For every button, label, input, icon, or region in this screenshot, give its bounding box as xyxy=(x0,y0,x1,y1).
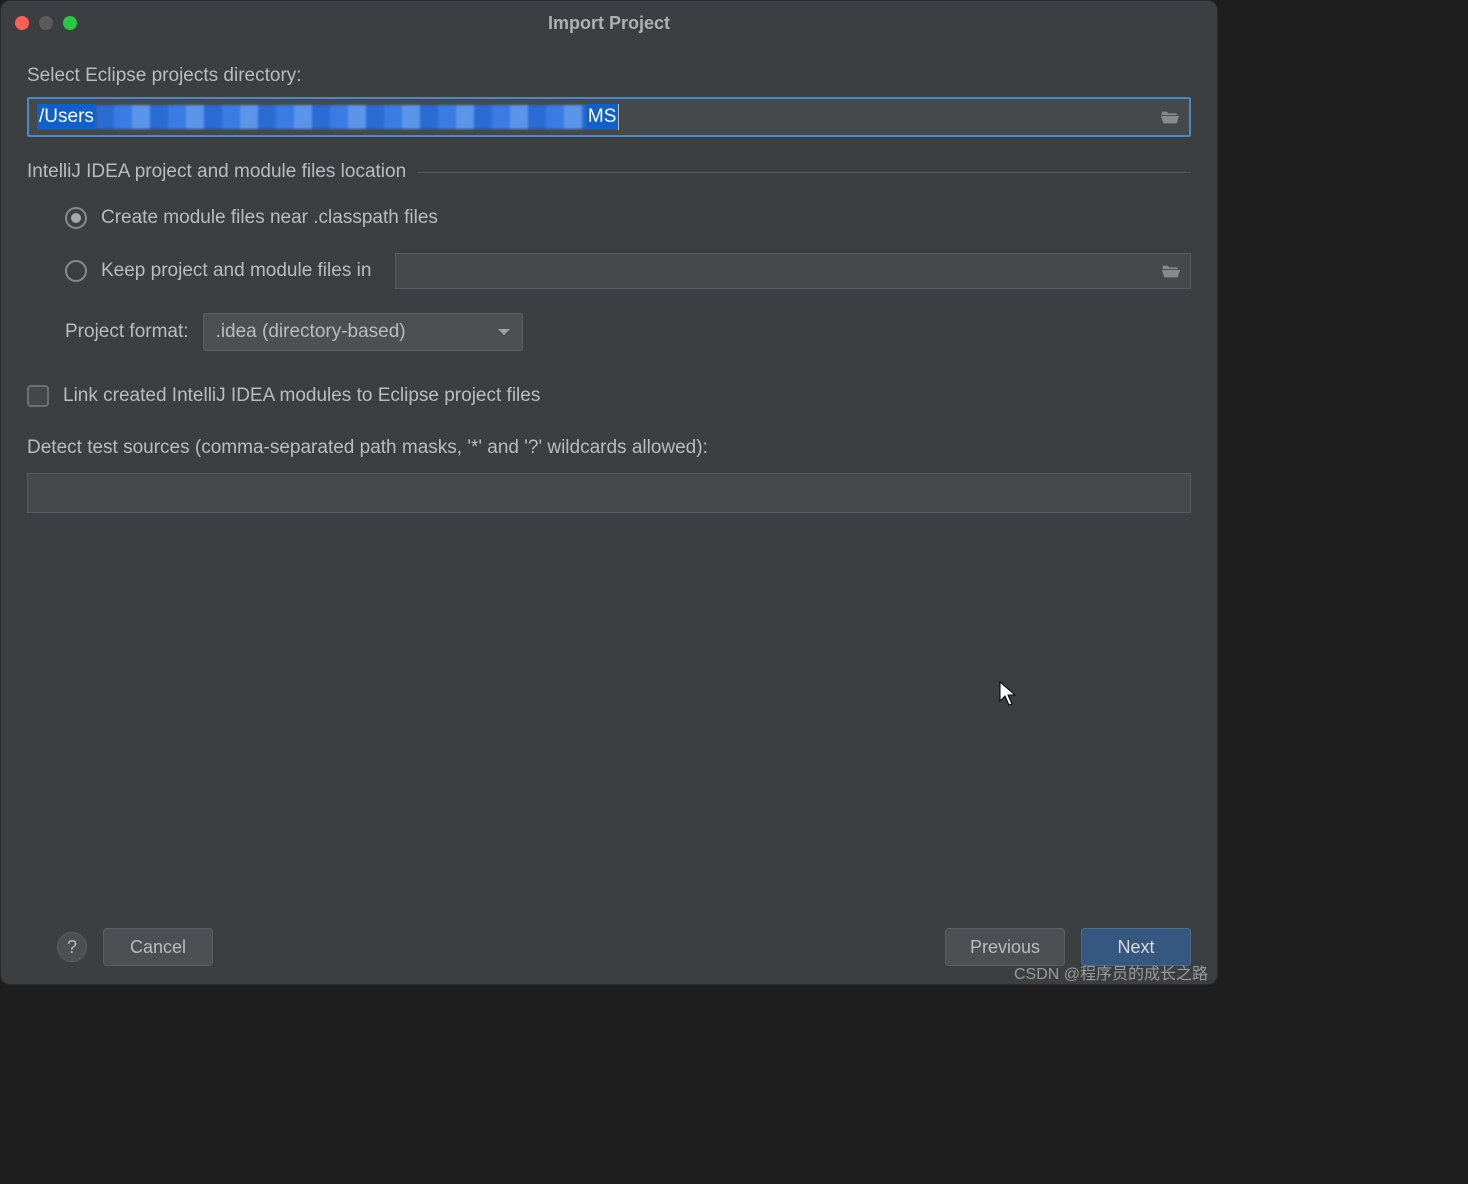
radio-keep-files-in[interactable]: Keep project and module files in xyxy=(27,253,1191,289)
link-modules-label: Link created IntelliJ IDEA modules to Ec… xyxy=(63,385,540,407)
directory-path-field[interactable]: /Users MS xyxy=(27,97,1191,137)
browse-keep-path-button[interactable] xyxy=(1152,254,1190,288)
link-modules-checkbox-row[interactable]: Link created IntelliJ IDEA modules to Ec… xyxy=(27,385,1191,407)
directory-path-value: /Users MS xyxy=(29,104,1151,130)
folder-open-icon xyxy=(1160,110,1180,125)
section-title: IntelliJ IDEA project and module files l… xyxy=(27,161,406,183)
project-format-dropdown[interactable]: .idea (directory-based) xyxy=(203,313,523,351)
help-button[interactable]: ? xyxy=(57,932,87,962)
radio-button-checked-icon xyxy=(65,207,87,229)
zoom-window-button[interactable] xyxy=(63,16,77,30)
radio-keep-label: Keep project and module files in xyxy=(101,260,371,282)
cancel-button[interactable]: Cancel xyxy=(103,928,213,966)
window-title: Import Project xyxy=(1,13,1217,34)
radio-create-near-classpath[interactable]: Create module files near .classpath file… xyxy=(27,207,1191,229)
question-mark-icon: ? xyxy=(67,937,77,958)
window-controls xyxy=(15,16,77,30)
radio-create-label: Create module files near .classpath file… xyxy=(101,207,438,229)
keep-path-input[interactable] xyxy=(396,254,1152,288)
project-format-label: Project format: xyxy=(65,321,189,343)
section-header: IntelliJ IDEA project and module files l… xyxy=(27,161,1191,183)
path-suffix: MS xyxy=(586,104,620,130)
dialog-content: Select Eclipse projects directory: /User… xyxy=(1,45,1217,910)
section-divider xyxy=(418,172,1191,173)
path-prefix: /Users xyxy=(37,104,96,130)
checkbox-unchecked-icon xyxy=(27,385,49,407)
select-directory-label: Select Eclipse projects directory: xyxy=(27,65,1191,87)
path-redacted xyxy=(96,105,586,129)
radio-button-unchecked-icon xyxy=(65,260,87,282)
detect-sources-label: Detect test sources (comma-separated pat… xyxy=(27,437,1191,459)
close-window-button[interactable] xyxy=(15,16,29,30)
detect-sources-input[interactable] xyxy=(27,473,1191,513)
titlebar: Import Project xyxy=(1,1,1217,45)
import-project-dialog: Import Project Select Eclipse projects d… xyxy=(0,0,1218,985)
minimize-window-button[interactable] xyxy=(39,16,53,30)
dropdown-selected-value: .idea (directory-based) xyxy=(216,321,406,343)
project-format-row: Project format: .idea (directory-based) xyxy=(27,313,1191,351)
folder-open-icon xyxy=(1161,264,1181,279)
browse-directory-button[interactable] xyxy=(1151,99,1189,135)
watermark-text: CSDN @程序员的成长之路 xyxy=(1014,960,1208,984)
keep-path-field[interactable] xyxy=(395,253,1191,289)
chevron-down-icon xyxy=(498,329,510,335)
